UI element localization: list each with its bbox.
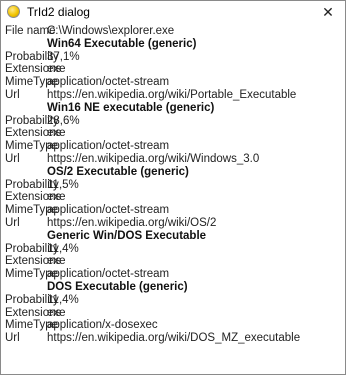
result-url-label: Url: [5, 216, 20, 229]
result-probability-row: Probability 11,4%: [3, 294, 343, 307]
app-icon: [7, 5, 20, 18]
result-probability-row: Probability 11,4%: [3, 243, 343, 256]
result-extensions-row: Extensions exe: [3, 191, 343, 204]
result-type-name: DOS Executable (generic): [47, 280, 188, 293]
result-type-name: Win16 NE executable (generic): [47, 101, 215, 114]
result-mimetype-row: MimeType application/x-dosexec: [3, 319, 343, 332]
file-name-value: C:\Windows\explorer.exe: [47, 25, 175, 37]
result-url-value: https://en.wikipedia.org/wiki/OS/2: [47, 216, 217, 229]
result-extensions-row: Extensions exe: [3, 63, 343, 76]
result-mimetype-value: application/octet-stream: [47, 140, 170, 153]
result-name-row: Generic Win/DOS Executable: [3, 230, 343, 243]
window-title: TrId2 dialog: [27, 5, 90, 19]
result-probability-value: 11,5%: [47, 178, 79, 191]
result-url-label: Url: [5, 152, 20, 165]
result-mimetype-row: MimeType application/octet-stream: [3, 140, 343, 153]
result-url-value: https://en.wikipedia.org/wiki/Windows_3.…: [47, 152, 260, 165]
results-list: File name C:\Windows\explorer.exe Win64 …: [3, 25, 343, 371]
result-type-name: Win64 Executable (generic): [47, 37, 197, 50]
file-name-row: File name C:\Windows\explorer.exe: [3, 25, 343, 38]
result-mimetype-row: MimeType application/octet-stream: [3, 204, 343, 217]
result-url-label: Url: [5, 88, 20, 101]
result-probability-value: 37,1%: [47, 50, 80, 63]
result-url-row: Url https://en.wikipedia.org/wiki/Windows…: [3, 153, 343, 166]
results-container: Win64 Executable (generic) Probability 37,…: [3, 38, 343, 345]
result-mimetype-value: application/octet-stream: [47, 76, 170, 89]
result-mimetype-row: MimeType application/octet-stream: [3, 76, 343, 89]
result-mimetype-value: application/octet-stream: [47, 204, 170, 217]
result-url-row: Url https://en.wikipedia.org/wiki/DOS_MZ_…: [3, 332, 343, 345]
result-mimetype-row: MimeType application/octet-stream: [3, 268, 343, 281]
result-type-name: OS/2 Executable (generic): [47, 165, 189, 178]
result-extensions-value: exe: [47, 255, 66, 268]
result-extensions-value: exe: [47, 63, 66, 76]
result-probability-value: 11,4%: [47, 242, 79, 255]
result-url-value: https://en.wikipedia.org/wiki/Portable_E…: [47, 88, 297, 101]
close-icon: ✕: [322, 3, 334, 20]
result-probability-row: Probability 28,6%: [3, 115, 343, 128]
result-probability-value: 11,4%: [47, 293, 79, 306]
result-mimetype-value: application/x-dosexec: [47, 319, 158, 332]
result-extensions-value: exe: [47, 191, 66, 204]
result-mimetype-value: application/octet-stream: [47, 268, 170, 281]
result-name-row: OS/2 Executable (generic): [3, 166, 343, 179]
result-extensions-value: exe: [47, 306, 66, 319]
result-extensions-row: Extensions exe: [3, 307, 343, 320]
result-url-value: https://en.wikipedia.org/wiki/DOS_MZ_exe…: [47, 332, 301, 345]
result-extensions-row: Extensions exe: [3, 255, 343, 268]
result-extensions-row: Extensions exe: [3, 127, 343, 140]
result-url-label: Url: [5, 332, 20, 345]
title-bar: TrId2 dialog ✕: [1, 1, 345, 23]
result-probability-row: Probability 11,5%: [3, 179, 343, 192]
result-probability-row: Probability 37,1%: [3, 51, 343, 64]
result-url-row: Url https://en.wikipedia.org/wiki/OS/2: [3, 217, 343, 230]
result-url-row: Url https://en.wikipedia.org/wiki/Portabl…: [3, 89, 343, 102]
result-name-row: Win64 Executable (generic): [3, 38, 343, 51]
close-button[interactable]: ✕: [311, 1, 345, 23]
result-name-row: Win16 NE executable (generic): [3, 102, 343, 115]
result-name-row: DOS Executable (generic): [3, 281, 343, 294]
trid-dialog-window: TrId2 dialog ✕ File name C:\Windows\expl…: [0, 0, 346, 375]
result-extensions-value: exe: [47, 127, 66, 140]
result-probability-value: 28,6%: [47, 114, 80, 127]
result-type-name: Generic Win/DOS Executable: [47, 229, 207, 242]
